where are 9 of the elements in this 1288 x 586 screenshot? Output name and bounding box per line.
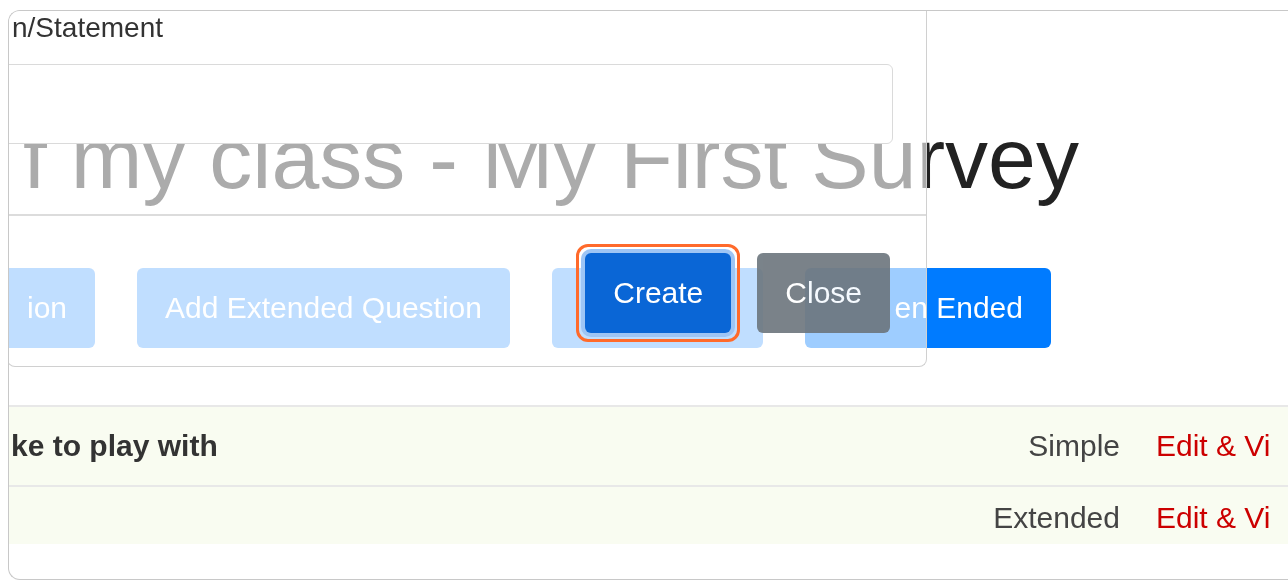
edit-view-link[interactable]: Edit & Vi: [1156, 429, 1288, 464]
question-type: Simple: [1028, 429, 1120, 464]
edit-view-link[interactable]: Edit & Vi: [1156, 501, 1288, 536]
survey-title: f my class - My First Survey: [23, 109, 1079, 208]
close-button[interactable]: Close: [757, 253, 890, 333]
statement-input[interactable]: [9, 64, 893, 144]
field-label: n/Statement: [12, 13, 163, 43]
question-text: ke to play with: [11, 429, 219, 464]
question-type: Extended: [993, 501, 1120, 536]
